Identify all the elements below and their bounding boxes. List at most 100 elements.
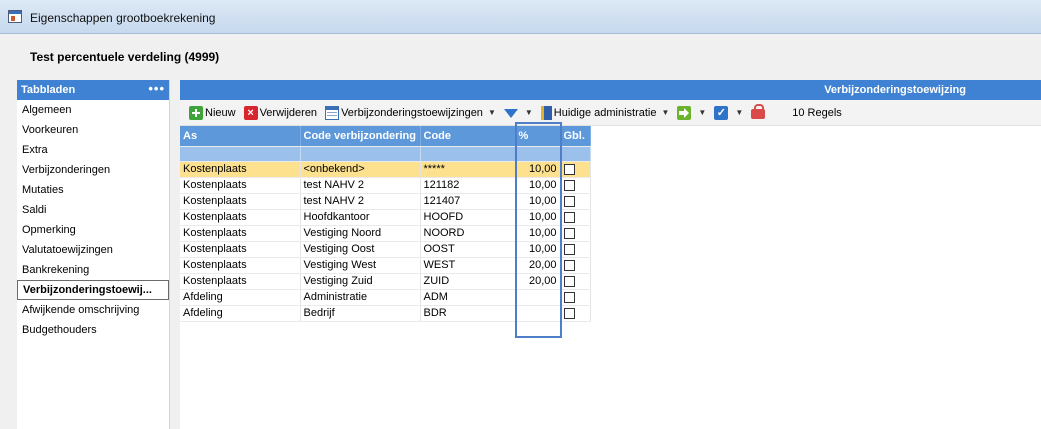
gbl-checkbox[interactable] — [563, 243, 575, 255]
table-row[interactable]: Kostenplaats Vestiging Noord NOORD 10,00 — [180, 225, 591, 242]
cell-code[interactable]: BDR — [420, 305, 516, 322]
table-row[interactable]: Afdeling Administratie ADM — [180, 289, 591, 306]
cell-code-verbijzondering[interactable]: Vestiging Noord — [300, 225, 421, 242]
cell-as[interactable]: Kostenplaats — [180, 273, 301, 290]
cell-code[interactable]: OOST — [420, 241, 516, 258]
cell-as[interactable]: Afdeling — [180, 305, 301, 322]
assignment-table: As Code verbijzondering Code % Gbl. Kost… — [180, 126, 591, 322]
filter-cell-percentage[interactable] — [515, 146, 561, 162]
cell-as[interactable]: Kostenplaats — [180, 193, 301, 210]
table-row[interactable]: Kostenplaats Vestiging West WEST 20,00 — [180, 257, 591, 274]
cell-as[interactable]: Kostenplaats — [180, 209, 301, 226]
column-header-code-verbijzondering[interactable]: Code verbijzondering — [300, 126, 421, 147]
filter-row — [180, 146, 591, 162]
cell-code[interactable]: WEST — [420, 257, 516, 274]
cell-percentage[interactable] — [515, 289, 561, 306]
gbl-checkbox[interactable] — [563, 307, 575, 319]
cell-code-verbijzondering[interactable]: test NAHV 2 — [300, 193, 421, 210]
sidebar-item[interactable]: Extra — [17, 140, 169, 160]
column-header-percentage[interactable]: % — [515, 126, 561, 147]
sidebar-item[interactable]: Verbijzonderingen — [17, 160, 169, 180]
cell-as[interactable]: Afdeling — [180, 289, 301, 306]
table-row[interactable]: Kostenplaats <onbekend> ***** 10,00 — [180, 161, 591, 178]
assignments-label: Verbijzonderingstoewijzingen — [341, 106, 483, 119]
gbl-checkbox[interactable] — [563, 275, 575, 287]
cell-percentage[interactable]: 10,00 — [515, 241, 561, 258]
plus-icon — [189, 105, 203, 120]
column-header-as[interactable]: As — [180, 126, 301, 147]
administration-dropdown[interactable]: Huidige administratie ▼ — [538, 102, 673, 124]
sidebar-item[interactable]: Valutatoewijzingen — [17, 240, 169, 260]
window-icon — [8, 10, 22, 23]
cell-percentage[interactable]: 10,00 — [515, 225, 561, 242]
lock-button[interactable] — [748, 102, 770, 124]
cell-as[interactable]: Kostenplaats — [180, 257, 301, 274]
sidebar-item[interactable]: Voorkeuren — [17, 120, 169, 140]
export-button[interactable]: ▼ — [674, 102, 709, 124]
sidebar-item[interactable]: Saldi — [17, 200, 169, 220]
gbl-checkbox[interactable] — [563, 259, 575, 271]
new-button[interactable]: Nieuw — [186, 102, 239, 124]
table-row[interactable]: Kostenplaats Vestiging Zuid ZUID 20,00 — [180, 273, 591, 290]
gbl-checkbox[interactable] — [563, 195, 575, 207]
gbl-checkbox[interactable] — [563, 179, 575, 191]
cell-code-verbijzondering[interactable]: Administratie — [300, 289, 421, 306]
cell-percentage[interactable]: 10,00 — [515, 161, 561, 178]
select-button[interactable]: ✓ ▼ — [711, 102, 746, 124]
delete-button[interactable]: × Verwijderen — [241, 102, 320, 124]
cell-as[interactable]: Kostenplaats — [180, 225, 301, 242]
sidebar-item[interactable]: Algemeen — [17, 100, 169, 120]
more-options-icon[interactable]: ••• — [148, 81, 165, 96]
book-icon — [540, 105, 552, 120]
cell-code[interactable]: 121182 — [420, 177, 516, 194]
filter-cell-as[interactable] — [180, 146, 301, 162]
cell-code-verbijzondering[interactable]: Vestiging West — [300, 257, 421, 274]
cell-code-verbijzondering[interactable]: Bedrijf — [300, 305, 421, 322]
filter-cell-gbl[interactable] — [560, 146, 591, 162]
toolbar: Nieuw × Verwijderen Verbijzonderingstoew… — [180, 100, 1041, 126]
table-row[interactable]: Kostenplaats Vestiging Oost OOST 10,00 — [180, 241, 591, 258]
cell-gbl — [560, 305, 591, 322]
filter-cell-code-verbijzondering[interactable] — [300, 146, 421, 162]
column-header-code[interactable]: Code — [420, 126, 516, 147]
cell-percentage[interactable] — [515, 305, 561, 322]
cell-percentage[interactable]: 20,00 — [515, 257, 561, 274]
cell-code[interactable]: ADM — [420, 289, 516, 306]
sidebar-item[interactable]: Mutaties — [17, 180, 169, 200]
cell-code[interactable]: NOORD — [420, 225, 516, 242]
gbl-checkbox[interactable] — [563, 227, 575, 239]
table-row[interactable]: Kostenplaats test NAHV 2 121182 10,00 — [180, 177, 591, 194]
filter-button[interactable]: ▼ — [501, 102, 536, 124]
cell-code-verbijzondering[interactable]: Vestiging Oost — [300, 241, 421, 258]
cell-as[interactable]: Kostenplaats — [180, 161, 301, 178]
filter-cell-code[interactable] — [420, 146, 516, 162]
cell-as[interactable]: Kostenplaats — [180, 241, 301, 258]
cell-code[interactable]: ***** — [420, 161, 516, 178]
cell-code-verbijzondering[interactable]: Vestiging Zuid — [300, 273, 421, 290]
sidebar-item[interactable]: Opmerking — [17, 220, 169, 240]
gbl-checkbox[interactable] — [563, 291, 575, 303]
cell-code-verbijzondering[interactable]: Hoofdkantoor — [300, 209, 421, 226]
cell-code[interactable]: 121407 — [420, 193, 516, 210]
gbl-checkbox[interactable] — [563, 211, 575, 223]
sidebar-item[interactable]: Verbijzonderingstoewij... — [17, 280, 169, 300]
cell-code[interactable]: ZUID — [420, 273, 516, 290]
gbl-checkbox[interactable] — [563, 163, 575, 175]
cell-code-verbijzondering[interactable]: <onbekend> — [300, 161, 421, 178]
table-row[interactable]: Afdeling Bedrijf BDR — [180, 305, 591, 322]
cell-percentage[interactable]: 10,00 — [515, 193, 561, 210]
chevron-down-icon: ▼ — [698, 108, 707, 117]
column-header-gbl[interactable]: Gbl. — [560, 126, 591, 147]
cell-as[interactable]: Kostenplaats — [180, 177, 301, 194]
table-row[interactable]: Kostenplaats test NAHV 2 121407 10,00 — [180, 193, 591, 210]
cell-percentage[interactable]: 20,00 — [515, 273, 561, 290]
sidebar-item[interactable]: Budgethouders — [17, 320, 169, 340]
sidebar-item[interactable]: Afwijkende omschrijving — [17, 300, 169, 320]
cell-code-verbijzondering[interactable]: test NAHV 2 — [300, 177, 421, 194]
table-row[interactable]: Kostenplaats Hoofdkantoor HOOFD 10,00 — [180, 209, 591, 226]
cell-code[interactable]: HOOFD — [420, 209, 516, 226]
cell-percentage[interactable]: 10,00 — [515, 209, 561, 226]
assignments-dropdown[interactable]: Verbijzonderingstoewijzingen ▼ — [322, 102, 499, 124]
cell-percentage[interactable]: 10,00 — [515, 177, 561, 194]
sidebar-item[interactable]: Bankrekening — [17, 260, 169, 280]
